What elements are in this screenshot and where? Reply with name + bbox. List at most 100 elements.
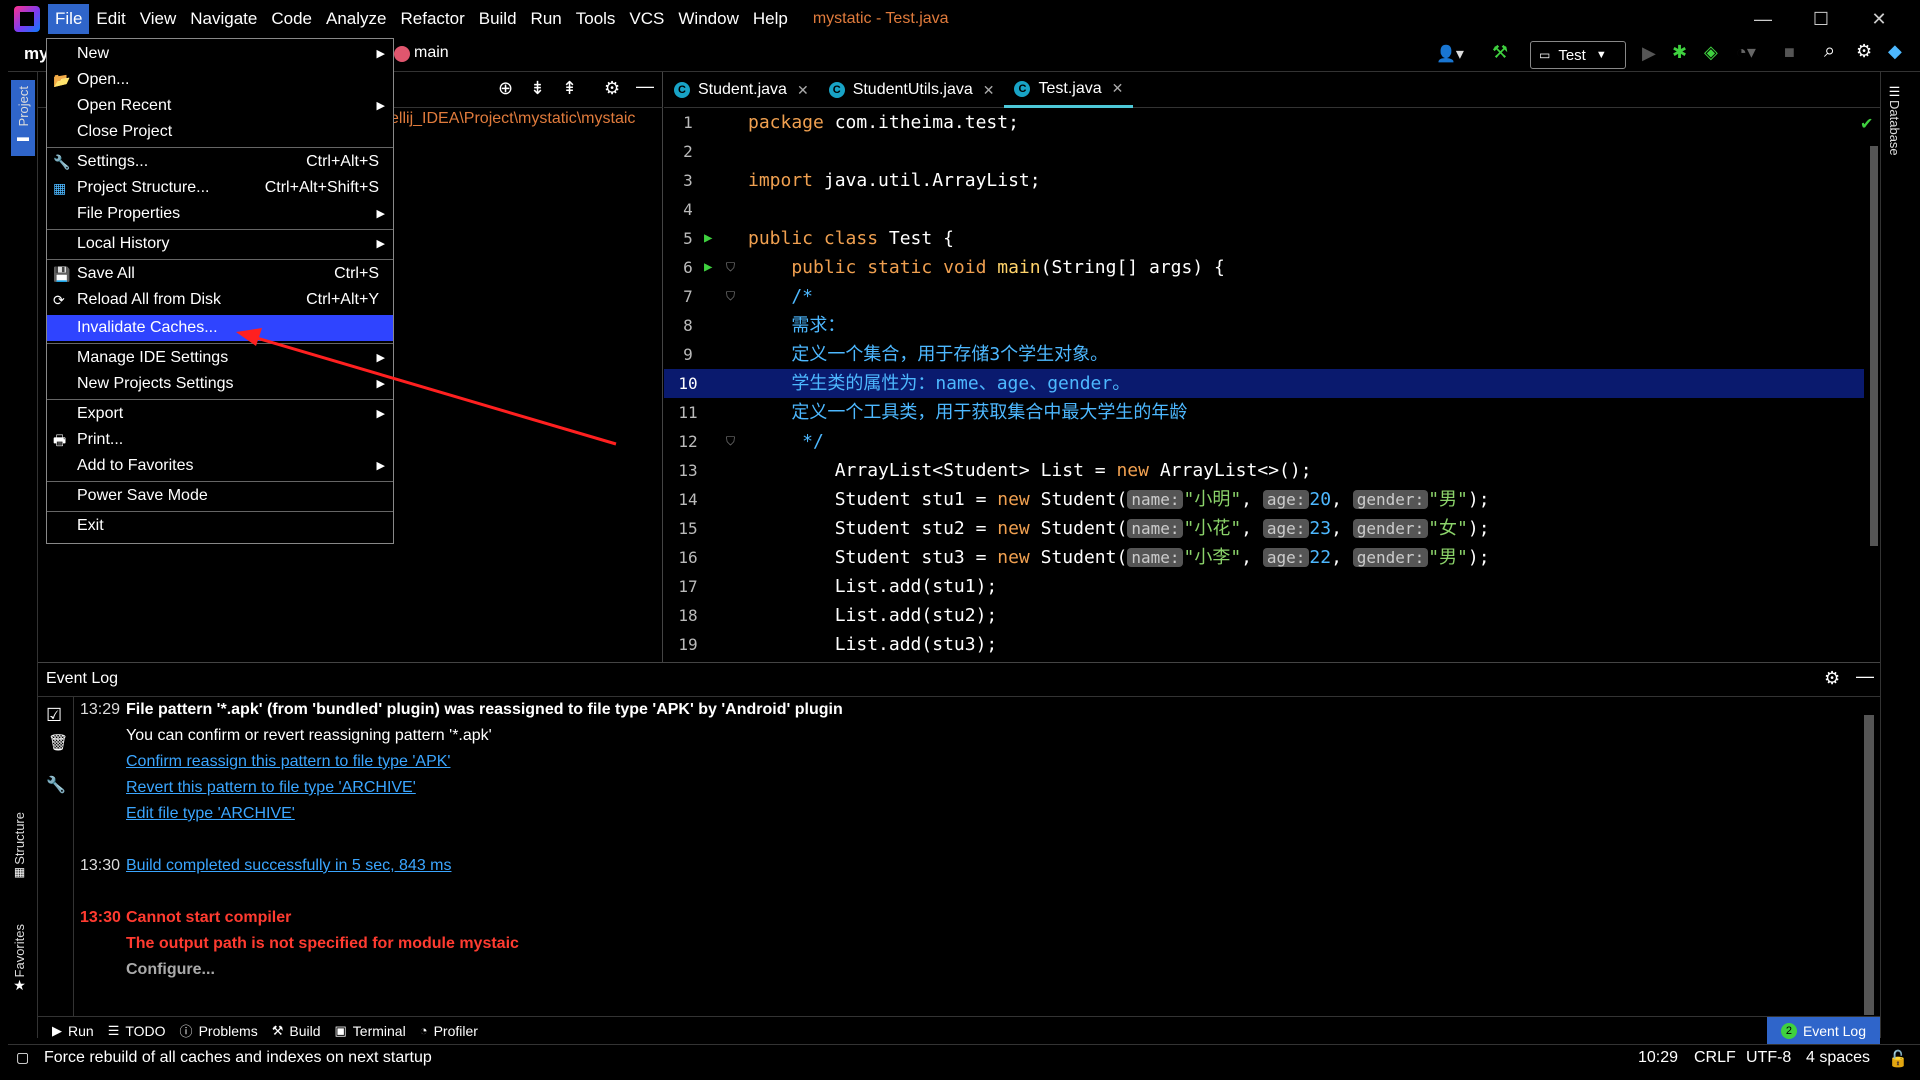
fold-icon[interactable]: ⛉ xyxy=(726,253,735,282)
database-tool-button[interactable]: ☰ Database xyxy=(1887,84,1902,156)
menu-build[interactable]: Build xyxy=(472,4,524,34)
menu-item-power-save-mode[interactable]: Power Save Mode xyxy=(47,483,393,509)
gear-icon[interactable]: ⚙ xyxy=(1824,668,1840,689)
lock-icon[interactable]: 🔓 xyxy=(1888,1049,1908,1069)
menu-item-print[interactable]: 🖶 Print... xyxy=(47,427,393,453)
toggle-tool-windows-icon[interactable]: ▢ xyxy=(16,1049,29,1066)
menu-item-reload-all[interactable]: ⟳ Reload All from Disk Ctrl+Alt+Y xyxy=(47,287,393,313)
close-icon[interactable]: ✕ xyxy=(1112,80,1124,97)
menu-vcs[interactable]: VCS xyxy=(622,4,671,34)
file-encoding[interactable]: UTF-8 xyxy=(1746,1049,1791,1067)
menu-item-open[interactable]: 📂 Open... xyxy=(47,67,393,93)
menu-item-close-project[interactable]: Close Project xyxy=(47,119,393,145)
event-log-scrollbar[interactable] xyxy=(1864,715,1874,1015)
save-icon: 💾 xyxy=(53,266,71,282)
menu-item-exit[interactable]: Exit xyxy=(47,513,393,539)
project-breadcrumb[interactable]: my xyxy=(24,44,49,64)
stop-icon[interactable]: ■ xyxy=(1784,42,1795,63)
menu-item-invalidate-caches[interactable]: Invalidate Caches... xyxy=(47,315,393,341)
structure-tool-button[interactable]: Structure ▦ xyxy=(12,812,27,879)
minimize-icon[interactable]: — xyxy=(1734,0,1792,38)
build-completed-link[interactable]: Build completed successfully in 5 sec, 8… xyxy=(126,853,451,879)
fold-icon[interactable]: ⛉ xyxy=(726,427,735,456)
menu-item-open-recent[interactable]: Open Recent ▶ xyxy=(47,93,393,119)
menu-window[interactable]: Window xyxy=(671,4,745,34)
locate-icon[interactable]: ⊕ xyxy=(498,78,513,99)
menu-item-manage-ide-settings[interactable]: Manage IDE Settings ▶ xyxy=(47,345,393,371)
tab-test-java[interactable]: C Test.java ✕ xyxy=(1004,72,1134,108)
menu-navigate[interactable]: Navigate xyxy=(183,4,264,34)
close-icon[interactable]: ✕ xyxy=(797,82,809,99)
plugin-icon[interactable]: ◆ xyxy=(1888,41,1902,62)
menu-item-file-properties[interactable]: File Properties ▶ xyxy=(47,201,393,227)
indent-setting[interactable]: 4 spaces xyxy=(1806,1049,1870,1067)
menu-file[interactable]: File xyxy=(48,4,90,34)
terminal-tool-button[interactable]: ▣ Terminal xyxy=(335,1023,406,1039)
debug-icon[interactable]: ✱ xyxy=(1672,42,1687,63)
code-area[interactable]: 1 package com.itheima.test; 2 3 import jav… xyxy=(664,108,1864,662)
menu-view[interactable]: View xyxy=(133,4,184,34)
branch-label[interactable]: main xyxy=(414,44,449,62)
code-token: (String[] args) { xyxy=(1040,257,1225,278)
menu-item-settings[interactable]: 🔧 Settings... Ctrl+Alt+S xyxy=(47,149,393,175)
run-gutter-icon[interactable]: ▶ xyxy=(704,253,712,282)
menu-item-project-structure[interactable]: ▦ Project Structure... Ctrl+Alt+Shift+S xyxy=(47,175,393,201)
editor-scrollbar[interactable] xyxy=(1870,146,1878,546)
menu-item-export[interactable]: Export ▶ xyxy=(47,401,393,427)
run-tool-button[interactable]: ▶ Run xyxy=(52,1023,94,1039)
profiler-tool-button[interactable]: ◔ Profiler xyxy=(420,1023,478,1039)
hammer-icon[interactable]: ⚒ xyxy=(1492,42,1508,63)
user-icon[interactable]: 👤▾ xyxy=(1436,44,1464,64)
revert-pattern-link[interactable]: Revert this pattern to file type 'ARCHIV… xyxy=(126,775,416,801)
collapse-all-icon[interactable]: ⇞ xyxy=(562,78,577,99)
run-icon[interactable]: ▶ xyxy=(1642,43,1656,64)
project-tool-button[interactable]: Project ▬ xyxy=(11,80,35,156)
configure-link[interactable]: Configure... xyxy=(126,957,215,983)
search-icon[interactable]: ⌕ xyxy=(1824,40,1835,63)
event-log-tool-button[interactable]: 2 Event Log xyxy=(1766,1017,1880,1045)
menu-item-label: Project Structure... xyxy=(77,179,210,196)
edit-file-type-link[interactable]: Edit file type 'ARCHIVE' xyxy=(126,801,295,827)
menu-code[interactable]: Code xyxy=(264,4,319,34)
code-editor[interactable]: C Student.java ✕ C StudentUtils.java ✕ C… xyxy=(664,72,1880,662)
menu-analyze[interactable]: Analyze xyxy=(319,4,393,34)
line-separator[interactable]: CRLF xyxy=(1694,1049,1736,1067)
gear-icon[interactable]: ⚙ xyxy=(604,78,620,99)
build-tool-button[interactable]: ⚒ Build xyxy=(272,1023,321,1039)
fold-icon[interactable]: ⛉ xyxy=(726,282,735,311)
menu-run[interactable]: Run xyxy=(524,4,569,34)
menu-edit[interactable]: Edit xyxy=(89,4,132,34)
menu-item-local-history[interactable]: Local History ▶ xyxy=(47,231,393,257)
favorites-tool-button[interactable]: Favorites ★ xyxy=(12,924,27,994)
intellij-logo-icon[interactable] xyxy=(14,6,40,32)
maximize-icon[interactable]: ☐ xyxy=(1792,0,1850,38)
problems-tool-button[interactable]: ⓘ Problems xyxy=(180,1021,258,1040)
hide-panel-icon[interactable]: — xyxy=(1856,666,1874,687)
close-icon[interactable]: ✕ xyxy=(983,82,995,99)
todo-tool-button[interactable]: ☰ TODO xyxy=(108,1023,166,1039)
profile-icon[interactable]: ◔▾ xyxy=(1736,42,1756,63)
code-token: ArrayList<>(); xyxy=(1148,460,1312,481)
tab-studentutils-java[interactable]: C StudentUtils.java ✕ xyxy=(819,72,1005,108)
coverage-icon[interactable]: ◈ xyxy=(1704,42,1718,63)
gear-icon[interactable]: ⚙ xyxy=(1856,41,1872,62)
caret-position[interactable]: 10:29 xyxy=(1638,1049,1678,1067)
menu-help[interactable]: Help xyxy=(746,4,795,34)
terminal-tool-label: Terminal xyxy=(352,1022,406,1039)
tab-student-java[interactable]: C Student.java ✕ xyxy=(664,72,819,108)
menu-item-new[interactable]: New ▶ xyxy=(47,41,393,67)
code-line: 16 Student stu3 = new Student(name: "小李",… xyxy=(664,543,1864,572)
confirm-reassign-link[interactable]: Confirm reassign this pattern to file ty… xyxy=(126,749,450,775)
project-path[interactable]: ellij_IDEA\Project\mystatic\mystaic xyxy=(390,110,635,128)
menu-item-label: Export xyxy=(77,405,124,422)
menu-refactor[interactable]: Refactor xyxy=(393,4,471,34)
run-config-select[interactable]: ▭ Test ▼ xyxy=(1530,41,1626,69)
expand-all-icon[interactable]: ⇟ xyxy=(530,78,545,99)
menu-item-add-to-favorites[interactable]: Add to Favorites ▶ xyxy=(47,453,393,479)
menu-tools[interactable]: Tools xyxy=(569,4,623,34)
menu-item-new-projects-settings[interactable]: New Projects Settings ▶ xyxy=(47,371,393,397)
run-gutter-icon[interactable]: ▶ xyxy=(704,224,712,253)
menu-item-save-all[interactable]: 💾 Save All Ctrl+S xyxy=(47,261,393,287)
close-window-icon[interactable]: ✕ xyxy=(1850,0,1908,38)
hide-panel-icon[interactable]: — xyxy=(636,76,654,97)
